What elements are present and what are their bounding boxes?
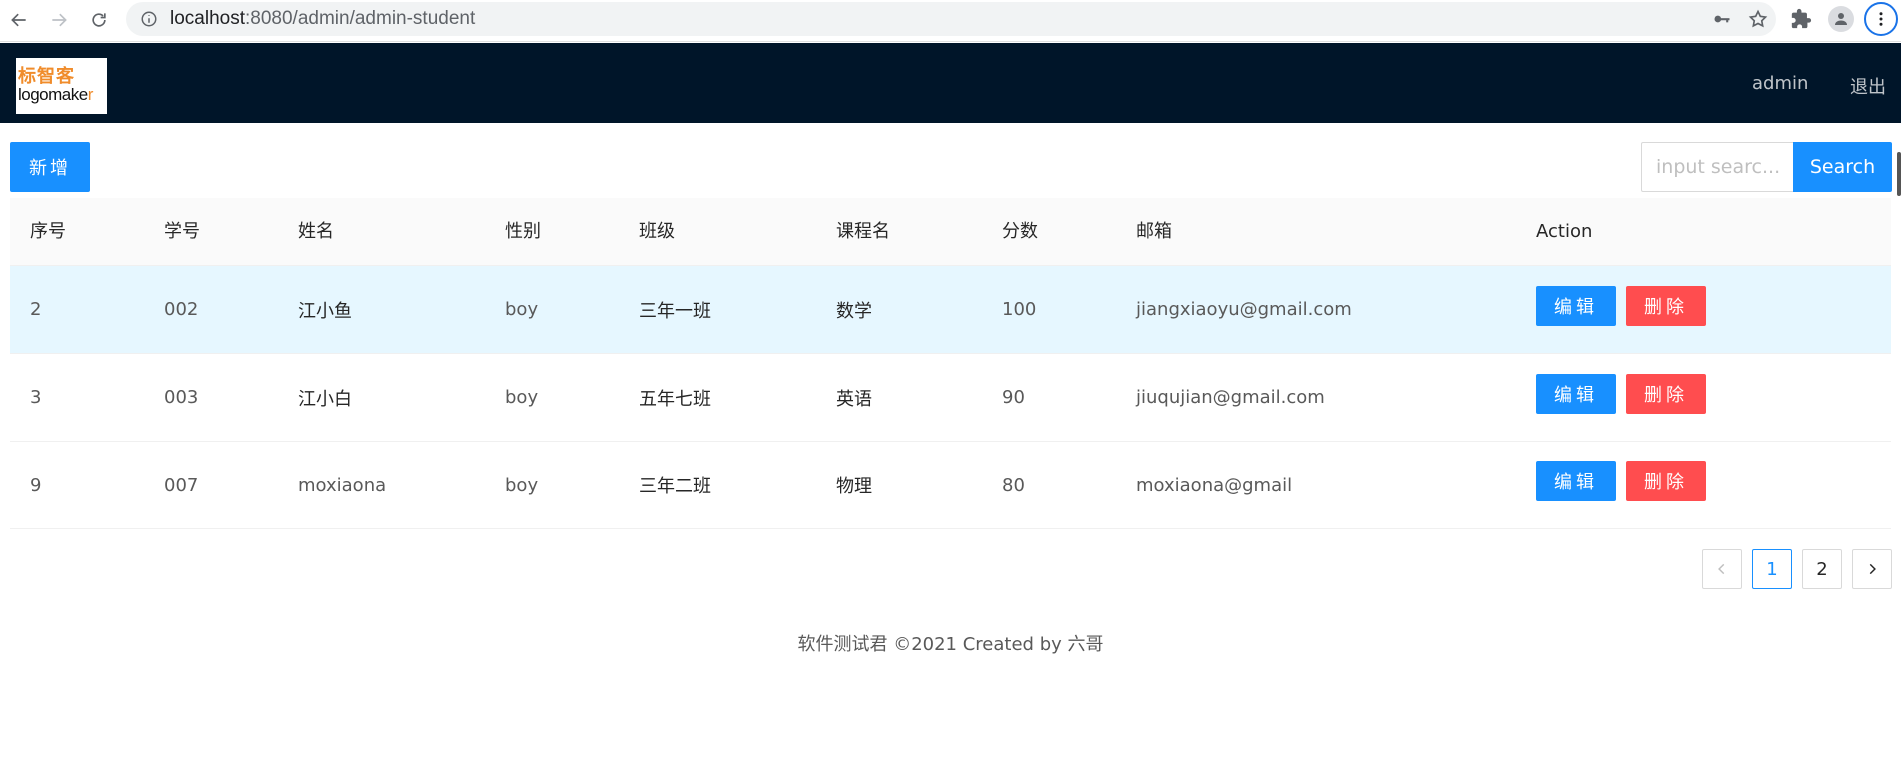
chevron-right-icon <box>1869 563 1876 575</box>
cell-student-no: 003 <box>164 387 199 408</box>
table-header: 序号 学号 姓名 性别 班级 课程名 分数 邮箱 Action <box>10 198 1891 266</box>
pagination: 1 2 <box>1702 549 1892 589</box>
search-group: Search <box>1641 142 1892 192</box>
column-header-class: 班级 <box>639 221 675 242</box>
scrollbar[interactable] <box>1897 152 1901 196</box>
reload-icon[interactable] <box>84 5 114 35</box>
cell-class: 五年七班 <box>639 388 711 410</box>
cell-id: 3 <box>30 387 42 408</box>
table-row: 3 003 江小白 boy 五年七班 英语 90 jiuqujian@gmail… <box>10 354 1891 442</box>
browser-toolbar: localhost:8080/admin/admin-student <box>0 0 1901 42</box>
cell-course: 数学 <box>836 300 872 322</box>
column-header-action: Action <box>1536 221 1593 242</box>
cell-course: 英语 <box>836 388 872 410</box>
footer-text: 软件测试君 ©2021 Created by 六哥 <box>797 634 1104 655</box>
forward-arrow-icon[interactable] <box>44 5 74 35</box>
profile-icon[interactable] <box>1821 2 1861 36</box>
cell-class: 三年一班 <box>639 300 711 322</box>
delete-button[interactable]: 删除 <box>1626 373 1706 414</box>
cell-name: 江小鱼 <box>298 300 352 322</box>
header-user[interactable]: admin <box>1752 73 1808 94</box>
column-header-score: 分数 <box>1002 221 1038 242</box>
cell-action: 编辑 删除 <box>1536 438 1716 524</box>
cell-name: moxiaona <box>298 474 387 496</box>
address-bar[interactable]: localhost:8080/admin/admin-student <box>126 2 1776 36</box>
key-icon[interactable] <box>1704 2 1740 36</box>
app-header: 标智客 logomaker admin 退出 <box>0 43 1901 123</box>
star-icon[interactable] <box>1740 2 1776 36</box>
page-button-1[interactable]: 1 <box>1752 549 1792 589</box>
logo-top-text: 标智客 <box>18 66 75 87</box>
add-button[interactable]: 新增 <box>10 142 90 192</box>
table-row: 2 002 江小鱼 boy 三年一班 数学 100 jiangxiaoyu@gm… <box>10 266 1891 354</box>
info-icon[interactable] <box>140 10 158 28</box>
cell-gender: boy <box>505 387 539 408</box>
table-row: 9 007 moxiaona boy 三年二班 物理 80 moxiaona@g… <box>10 442 1891 529</box>
cell-action: 编辑 删除 <box>1536 262 1716 349</box>
back-arrow-icon[interactable] <box>4 5 34 35</box>
edit-button[interactable]: 编辑 <box>1536 285 1616 326</box>
student-table: 序号 学号 姓名 性别 班级 课程名 分数 邮箱 Action 2 002 江小… <box>10 198 1891 529</box>
menu-kebab-icon[interactable] <box>1861 2 1901 36</box>
cell-class: 三年二班 <box>639 476 711 497</box>
cell-score: 90 <box>1002 387 1025 408</box>
column-header-gender: 性别 <box>505 221 541 242</box>
cell-email: jiuqujian@gmail.com <box>1136 387 1325 408</box>
chevron-left-icon <box>1718 563 1725 575</box>
cell-id: 2 <box>30 299 42 320</box>
delete-button[interactable]: 删除 <box>1626 285 1706 326</box>
cell-email: jiangxiaoyu@gmail.com <box>1136 299 1352 320</box>
column-header-student-no: 学号 <box>164 221 200 242</box>
delete-button[interactable]: 删除 <box>1626 461 1706 501</box>
search-button[interactable]: Search <box>1793 142 1892 192</box>
logo[interactable]: 标智客 logomaker <box>16 58 107 114</box>
column-header-name: 姓名 <box>298 221 334 242</box>
logout-link[interactable]: 退出 <box>1850 73 1886 99</box>
cell-score: 100 <box>1002 299 1037 320</box>
cell-action: 编辑 删除 <box>1536 350 1716 437</box>
cell-id: 9 <box>30 474 42 496</box>
cell-gender: boy <box>505 299 539 320</box>
page-button-2[interactable]: 2 <box>1802 549 1842 589</box>
edit-button[interactable]: 编辑 <box>1536 461 1616 501</box>
cell-gender: boy <box>505 474 539 496</box>
column-header-course: 课程名 <box>836 221 890 242</box>
search-input[interactable] <box>1641 142 1793 192</box>
cell-name: 江小白 <box>298 388 352 410</box>
next-page-button[interactable] <box>1852 549 1892 589</box>
column-header-email: 邮箱 <box>1136 221 1172 242</box>
cell-student-no: 002 <box>164 299 199 320</box>
logo-bottom-text: logomaker <box>18 85 93 104</box>
extensions-icon[interactable] <box>1781 2 1821 36</box>
url-text[interactable]: localhost:8080/admin/admin-student <box>170 8 475 30</box>
prev-page-button[interactable] <box>1702 549 1742 589</box>
cell-course: 物理 <box>836 476 872 497</box>
edit-button[interactable]: 编辑 <box>1536 373 1616 414</box>
cell-student-no: 007 <box>164 474 199 496</box>
cell-email: moxiaona@gmail <box>1136 474 1293 496</box>
cell-score: 80 <box>1002 474 1025 496</box>
column-header-id: 序号 <box>30 221 66 242</box>
